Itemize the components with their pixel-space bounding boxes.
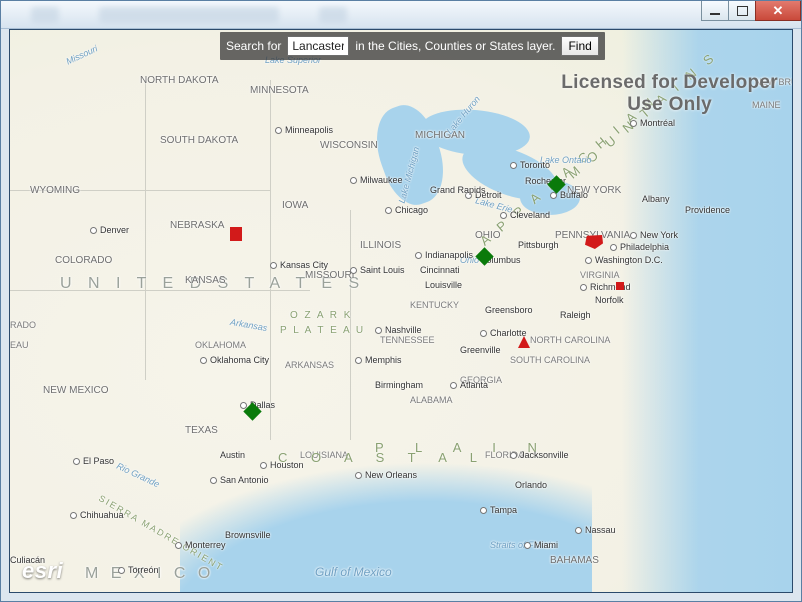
state-nc: NORTH CAROLINA [530,335,610,345]
close-button[interactable]: ✕ [755,1,801,21]
state-tx: TEXAS [185,425,218,436]
state-mn: MINNESOTA [250,85,309,96]
city-greensboro: Greensboro [485,305,533,315]
city-philadelphia: Philadelphia [610,242,669,252]
city-orlando: Orlando [515,480,547,490]
city-atlanta: Atlanta [450,380,488,390]
find-button[interactable]: Find [561,36,598,56]
city-kansascity: Kansas City [270,260,328,270]
search-suffix-label: in the Cities, Counties or States layer. [355,39,555,53]
state-wy: WYOMING [30,185,80,196]
title-bar[interactable]: ✕ [1,1,801,29]
city-neworleans: New Orleans [355,470,417,480]
city-norfolk: Norfolk [595,295,624,305]
state-mo: MISSOURI [305,270,354,281]
city-cleveland: Cleveland [500,210,550,220]
state-eau: EAU [10,340,29,350]
state-sc: SOUTH CAROLINA [510,355,590,365]
city-denver: Denver [90,225,129,235]
client-area: U N I T E D S T A T E S M E X I C O NORT… [9,29,793,593]
city-washington: Washington D.C. [585,255,663,265]
city-okc: Oklahoma City [200,355,269,365]
country-bahamas: BAHAMAS [550,555,599,566]
city-providence: Providence [685,205,730,215]
city-raleigh: Raleigh [560,310,591,320]
label-plateau: P L A T E A U [280,325,365,336]
watermark-line2: Use Only [561,94,778,116]
label-plain: P L A I N [375,440,635,455]
state-ne: NEBRASKA [170,220,224,231]
state-tn: TENNESSEE [380,335,435,345]
label-gulf: Gulf of Mexico [315,565,392,579]
city-elpaso: El Paso [73,456,114,466]
marker-red-triangle-sc[interactable] [518,336,530,348]
state-nm: NEW MEXICO [43,385,109,396]
state-va: VIRGINIA [580,270,620,280]
state-mi: MICHIGAN [415,130,465,141]
state-rado: RADO [10,320,36,330]
city-cincinnati: Cincinnati [420,265,460,275]
city-nassau: Nassau [575,525,616,535]
city-louisville: Louisville [425,280,462,290]
window-controls: ✕ [702,1,801,21]
state-ia: IOWA [282,200,308,211]
city-brownsville: Brownsville [225,530,271,540]
state-ar: ARKANSAS [285,360,334,370]
state-ky: KENTUCKY [410,300,459,310]
city-albany: Albany [642,194,670,204]
city-toronto: Toronto [510,160,550,170]
city-chihuahua: Chihuahua [70,510,124,520]
search-bar: Search for in the Cities, Counties or St… [220,32,605,60]
city-memphis: Memphis [355,355,402,365]
city-torreon: Torreón [118,565,159,575]
city-monterrey: Monterrey [175,540,226,550]
city-pittsburgh: Pittsburgh [518,240,559,250]
city-milwaukee: Milwaukee [350,175,403,185]
state-al: ALABAMA [410,395,453,405]
city-stlouis: Saint Louis [350,265,405,275]
city-chicago: Chicago [385,205,428,215]
state-ok: OKLAHOMA [195,340,246,350]
state-nd: NORTH DAKOTA [140,75,219,86]
watermark-line1: Licensed for Developer [561,72,778,93]
city-sanantonio: San Antonio [210,475,269,485]
application-window: ✕ U N I T E D S T A T E S M E X I C O NO… [0,0,802,602]
city-grandrapids: Grand Rapids [430,185,486,195]
state-co: COLORADO [55,255,112,266]
search-prefix-label: Search for [226,39,281,53]
city-nashville: Nashville [375,325,422,335]
city-jacksonville: Jacksonville [510,450,569,460]
city-tampa: Tampa [480,505,517,515]
search-input[interactable] [287,36,349,56]
city-montreal: Montréal [630,118,675,128]
marker-red-square-va[interactable] [616,282,624,290]
state-sd: SOUTH DAKOTA [160,135,238,146]
city-miami: Miami [524,540,558,550]
city-newyork: New York [630,230,678,240]
minimize-button[interactable] [701,1,729,21]
city-minneapolis: Minneapolis [275,125,333,135]
state-ks: KANSAS [185,275,226,286]
map-canvas[interactable]: U N I T E D S T A T E S M E X I C O NORT… [10,30,792,592]
city-houston: Houston [260,460,304,470]
city-indianapolis: Indianapolis [415,250,473,260]
developer-watermark: Licensed for Developer Use Only [561,72,778,116]
blurred-tabs [31,7,591,23]
state-wi: WISCONSIN [320,140,378,151]
maximize-button[interactable] [728,1,756,21]
marker-red-square-nebraska[interactable] [230,227,242,241]
esri-logo: esri [22,558,63,584]
city-greenville: Greenville [460,345,501,355]
state-il: ILLINOIS [360,240,401,251]
city-austin: Austin [220,450,245,460]
label-ozark: O Z A R K [290,310,352,321]
city-birmingham: Birmingham [375,380,423,390]
